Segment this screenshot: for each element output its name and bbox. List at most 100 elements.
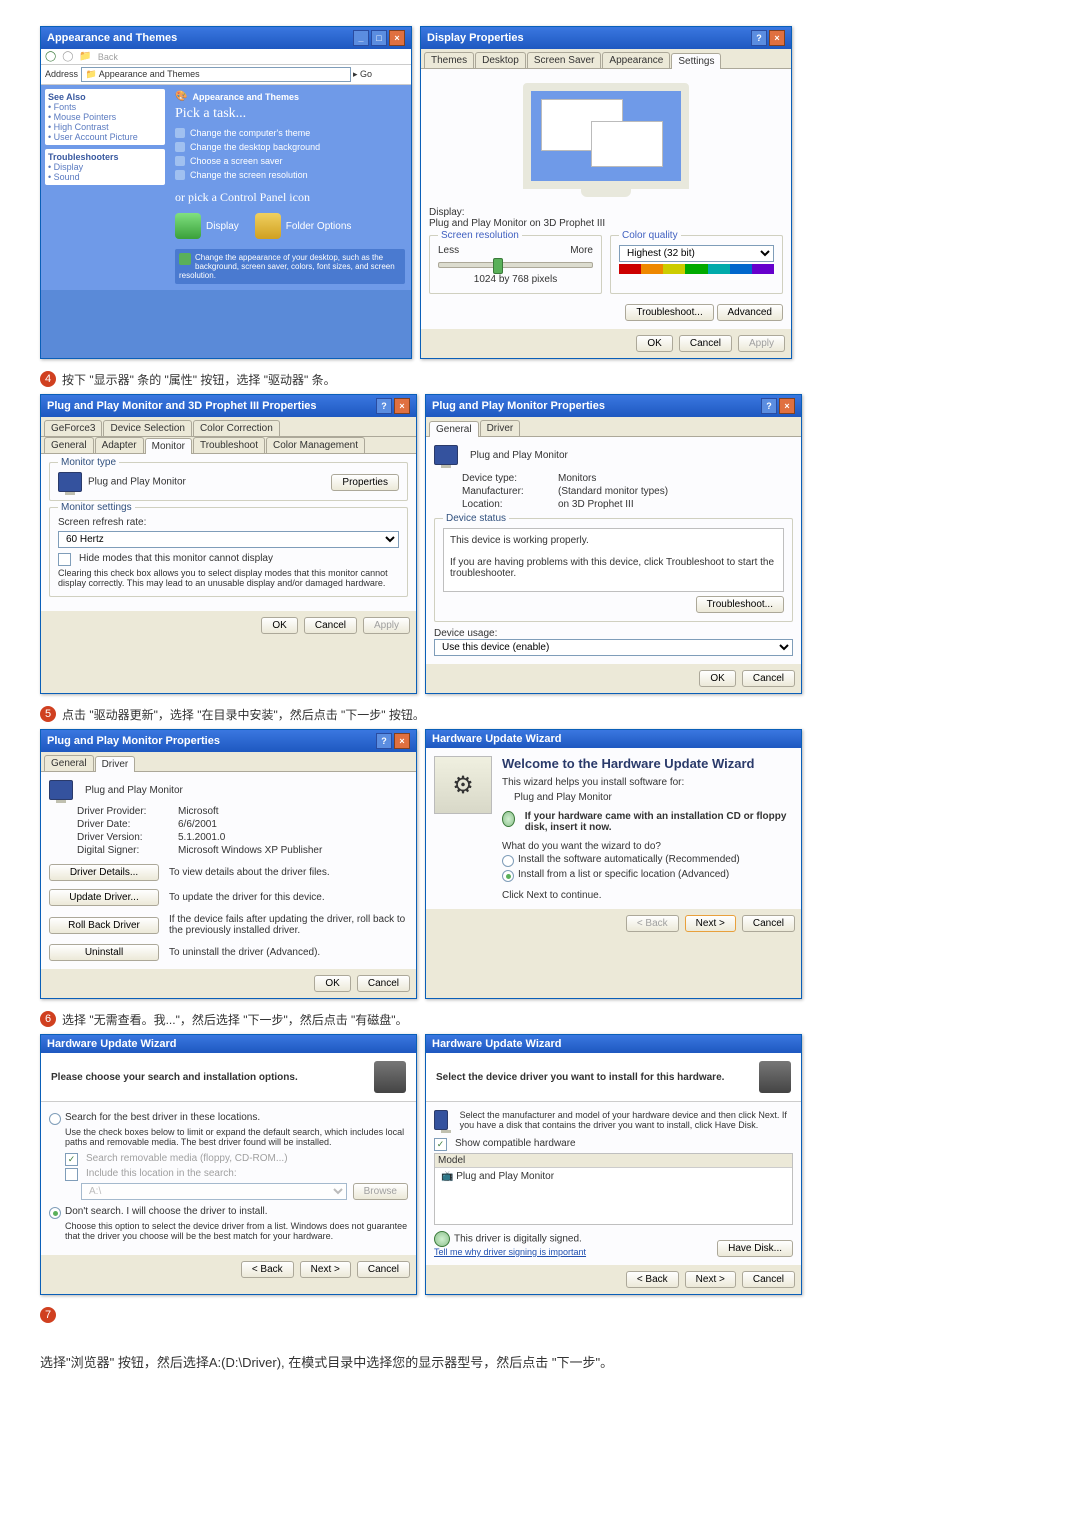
cp-folder-options[interactable]: Folder Options bbox=[255, 213, 352, 239]
uninstall-button[interactable]: Uninstall bbox=[49, 944, 159, 961]
check-include-location[interactable] bbox=[65, 1168, 78, 1181]
ok-button[interactable]: OK bbox=[314, 975, 350, 992]
radio-auto[interactable]: Install the software automatically (Reco… bbox=[502, 854, 793, 867]
check-removable[interactable] bbox=[65, 1153, 78, 1166]
tab-driver[interactable]: Driver bbox=[480, 420, 521, 436]
task-resolution[interactable]: Change the screen resolution bbox=[175, 168, 405, 182]
task-screensaver[interactable]: Choose a screen saver bbox=[175, 154, 405, 168]
task-theme[interactable]: Change the computer's theme bbox=[175, 126, 405, 140]
folder-icon[interactable]: 📁 bbox=[79, 51, 91, 62]
tab-desktop[interactable]: Desktop bbox=[475, 52, 526, 68]
search-icon[interactable]: Back bbox=[98, 52, 118, 62]
minimize-icon[interactable]: _ bbox=[353, 30, 369, 46]
maximize-icon[interactable]: □ bbox=[371, 30, 387, 46]
cancel-button[interactable]: Cancel bbox=[742, 670, 795, 687]
apply-button[interactable]: Apply bbox=[738, 335, 785, 352]
troubleshoot-button[interactable]: Troubleshoot... bbox=[696, 596, 784, 613]
next-button[interactable]: Next > bbox=[685, 915, 736, 932]
tab-screensaver[interactable]: Screen Saver bbox=[527, 52, 602, 68]
pick-task-heading: Pick a task... bbox=[175, 106, 405, 122]
ok-button[interactable]: OK bbox=[636, 335, 672, 352]
tab-device-selection[interactable]: Device Selection bbox=[103, 420, 191, 436]
troubleshooters-box: Troubleshooters • Display• Sound bbox=[45, 149, 165, 185]
window-title: Hardware Update Wizard bbox=[426, 1035, 801, 1053]
back-button[interactable]: ◯ bbox=[45, 51, 56, 62]
troubleshoot-button[interactable]: Troubleshoot... bbox=[625, 304, 713, 321]
paint-icon: 🎨 bbox=[175, 91, 187, 102]
cancel-button[interactable]: Cancel bbox=[304, 617, 357, 634]
step-7-badge: 7 bbox=[40, 1307, 56, 1323]
radio-search[interactable]: Search for the best driver in these loca… bbox=[49, 1112, 408, 1125]
tab-themes[interactable]: Themes bbox=[424, 52, 474, 68]
model-list[interactable]: Model 📺 Plug and Play Monitor bbox=[434, 1153, 793, 1225]
cp-display[interactable]: Display bbox=[175, 213, 239, 239]
cancel-button[interactable]: Cancel bbox=[357, 1261, 410, 1278]
device-usage-select[interactable]: Use this device (enable) bbox=[434, 639, 793, 656]
advanced-button[interactable]: Advanced bbox=[717, 304, 783, 321]
next-button[interactable]: Next > bbox=[685, 1271, 736, 1288]
have-disk-button[interactable]: Have Disk... bbox=[717, 1240, 793, 1257]
tab-driver[interactable]: Driver bbox=[95, 756, 136, 772]
apply-button[interactable]: Apply bbox=[363, 617, 410, 634]
tab-strip: Themes Desktop Screen Saver Appearance S… bbox=[421, 49, 791, 69]
hide-modes-checkbox[interactable] bbox=[58, 553, 71, 566]
radio-advanced[interactable]: Install from a list or specific location… bbox=[502, 869, 793, 882]
back-button[interactable]: < Back bbox=[241, 1261, 294, 1278]
list-item[interactable]: Plug and Play Monitor bbox=[456, 1171, 554, 1182]
tab-color-mgmt[interactable]: Color Management bbox=[266, 437, 365, 453]
cancel-button[interactable]: Cancel bbox=[357, 975, 410, 992]
close-icon[interactable]: × bbox=[394, 398, 410, 414]
tab-general[interactable]: General bbox=[44, 437, 94, 453]
help-icon[interactable]: ? bbox=[751, 30, 767, 46]
window-title: Plug and Play Monitor Properties bbox=[47, 735, 220, 747]
refresh-rate-select[interactable]: 60 Hertz bbox=[58, 531, 399, 548]
task-panel: 🎨Appearance and Themes Pick a task... Ch… bbox=[169, 85, 411, 290]
close-icon[interactable]: × bbox=[394, 733, 410, 749]
task-background[interactable]: Change the desktop background bbox=[175, 140, 405, 154]
back-button[interactable]: < Back bbox=[626, 1271, 679, 1288]
back-button[interactable]: < Back bbox=[626, 915, 679, 932]
tab-color-correction[interactable]: Color Correction bbox=[193, 420, 280, 436]
help-icon[interactable]: ? bbox=[376, 398, 392, 414]
properties-button[interactable]: Properties bbox=[331, 474, 399, 491]
show-compatible-checkbox[interactable] bbox=[434, 1138, 447, 1151]
monitor-preview bbox=[523, 83, 689, 189]
tab-general[interactable]: General bbox=[44, 755, 94, 771]
tab-adapter[interactable]: Adapter bbox=[95, 437, 144, 453]
signed-icon bbox=[434, 1231, 450, 1247]
update-driver-button[interactable]: Update Driver... bbox=[49, 889, 159, 906]
window-title: Hardware Update Wizard bbox=[41, 1035, 416, 1053]
help-icon[interactable]: ? bbox=[761, 398, 777, 414]
display-label: Display: bbox=[429, 207, 465, 218]
radio-dont-search[interactable]: Don't search. I will choose the driver t… bbox=[49, 1206, 408, 1219]
resolution-slider[interactable] bbox=[438, 262, 593, 268]
forward-button[interactable]: ◯ bbox=[62, 51, 73, 62]
description-note: Change the appearance of your desktop, s… bbox=[175, 249, 405, 284]
side-panel: See Also • Fonts• Mouse Pointers• High C… bbox=[41, 85, 169, 290]
ok-button[interactable]: OK bbox=[699, 670, 735, 687]
monitor-icon bbox=[49, 780, 73, 800]
cancel-button[interactable]: Cancel bbox=[742, 915, 795, 932]
driver-details-button[interactable]: Driver Details... bbox=[49, 864, 159, 881]
tab-appearance[interactable]: Appearance bbox=[602, 52, 670, 68]
close-icon[interactable]: × bbox=[779, 398, 795, 414]
close-icon[interactable]: × bbox=[769, 30, 785, 46]
color-quality-select[interactable]: Highest (32 bit) bbox=[619, 245, 774, 262]
tab-monitor[interactable]: Monitor bbox=[145, 438, 192, 454]
wizard-heading: Welcome to the Hardware Update Wizard bbox=[502, 756, 793, 771]
step-4-badge: 4 bbox=[40, 371, 56, 387]
ok-button[interactable]: OK bbox=[261, 617, 297, 634]
tab-troubleshoot[interactable]: Troubleshoot bbox=[193, 437, 265, 453]
tab-geforce[interactable]: GeForce3 bbox=[44, 420, 102, 436]
close-icon[interactable]: × bbox=[389, 30, 405, 46]
cancel-button[interactable]: Cancel bbox=[679, 335, 732, 352]
address-bar[interactable]: Address 📁 Appearance and Themes ▸ Go bbox=[41, 65, 411, 85]
why-signing-link[interactable]: Tell me why driver signing is important bbox=[434, 1247, 586, 1257]
cancel-button[interactable]: Cancel bbox=[742, 1271, 795, 1288]
device-status-box: This device is working properly. If you … bbox=[443, 528, 784, 592]
help-icon[interactable]: ? bbox=[376, 733, 392, 749]
rollback-driver-button[interactable]: Roll Back Driver bbox=[49, 917, 159, 934]
tab-general[interactable]: General bbox=[429, 421, 479, 437]
tab-settings[interactable]: Settings bbox=[671, 53, 721, 69]
next-button[interactable]: Next > bbox=[300, 1261, 351, 1278]
